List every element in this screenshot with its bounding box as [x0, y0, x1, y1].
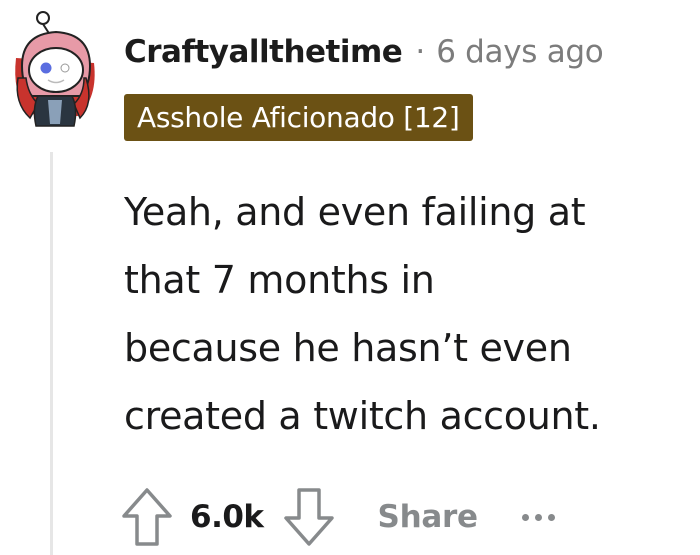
downvote-button[interactable]	[280, 484, 338, 550]
thread-line[interactable]	[50, 152, 53, 555]
comment-header: Craftyallthetime · 6 days ago	[124, 30, 604, 74]
user-flair: Asshole Aficionado [12]	[124, 94, 473, 141]
upvote-button[interactable]	[118, 484, 176, 550]
arrow-up-icon	[122, 488, 172, 546]
more-options-button[interactable]	[521, 497, 555, 537]
share-button[interactable]: Share	[378, 499, 478, 535]
comment-actions: 6.0k Share	[118, 482, 555, 552]
separator-dot: ·	[415, 34, 426, 70]
comment-body-line: because he hasn’t even	[124, 326, 572, 370]
avatar[interactable]	[8, 8, 100, 128]
vote-count: 6.0k	[190, 499, 264, 535]
comment-body-line: Yeah, and even failing at	[124, 190, 586, 234]
timestamp[interactable]: 6 days ago	[436, 34, 604, 70]
comment-body-line: created a twitch account.	[124, 394, 601, 438]
comment-body-line: that 7 months in	[124, 258, 435, 302]
comment-body: Yeah, and even failing at that 7 months …	[124, 178, 684, 450]
ellipsis-icon	[534, 513, 542, 521]
arrow-down-icon	[283, 488, 334, 546]
username[interactable]: Craftyallthetime	[124, 34, 403, 70]
ellipsis-icon	[547, 513, 555, 521]
comment: Craftyallthetime · 6 days ago Asshole Af…	[0, 0, 700, 555]
ellipsis-icon	[521, 513, 529, 521]
snoo-avatar-icon	[15, 11, 95, 127]
